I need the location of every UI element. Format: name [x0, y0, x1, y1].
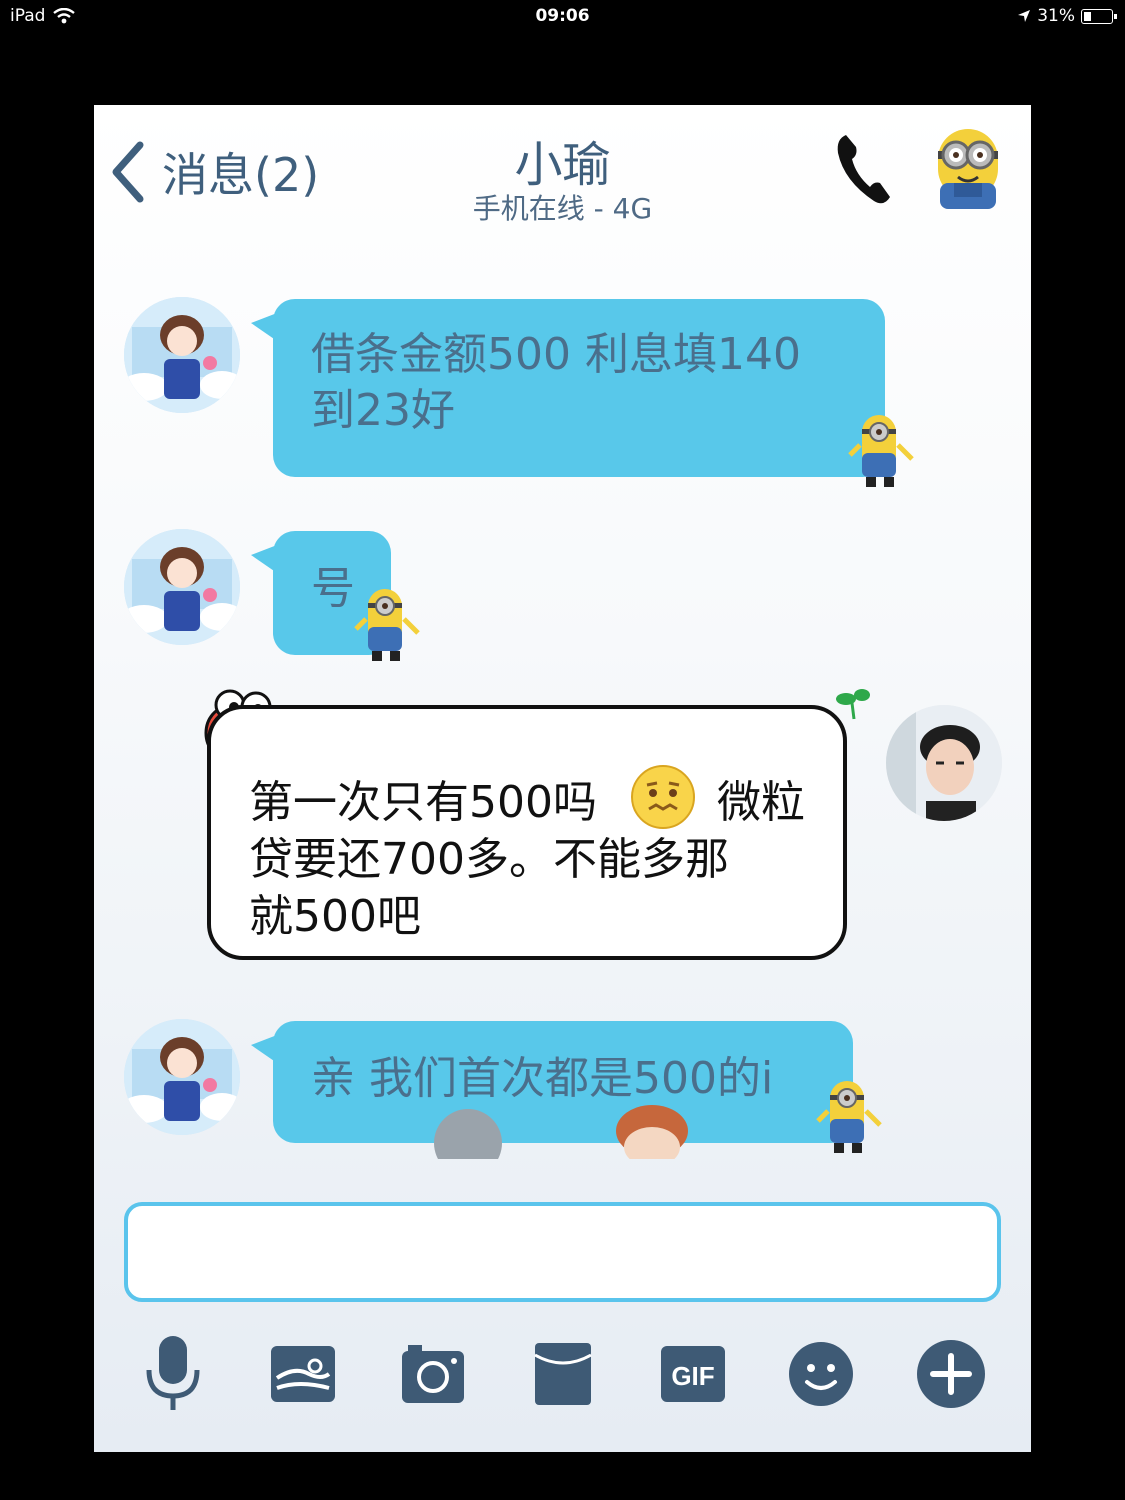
- microphone-icon: [146, 1336, 200, 1410]
- message-text: 号: [311, 563, 355, 614]
- camera-button[interactable]: [396, 1337, 470, 1411]
- message-text: 到23好: [311, 385, 455, 436]
- gif-label: GIF: [671, 1361, 714, 1391]
- emoji-button[interactable]: [784, 1337, 858, 1411]
- gif-icon: GIF: [661, 1346, 725, 1402]
- camera-icon: [402, 1345, 464, 1403]
- typing-head-icon: [434, 1109, 502, 1159]
- minion-sticker-icon: [354, 589, 420, 661]
- battery-icon: [1081, 8, 1117, 24]
- message-bubble[interactable]: 亲 我们首次都是500的i: [251, 1021, 853, 1143]
- message-text: 贷要还700多。不能多那: [249, 834, 729, 885]
- girl-avatar-icon: [124, 529, 240, 645]
- self-message-bubble[interactable]: 第一次只有500吗 微粒 贷要还700多。不能多那 就500吧: [207, 705, 847, 960]
- user-photo-icon: [886, 705, 1002, 821]
- sender-avatar[interactable]: [124, 1019, 240, 1135]
- input-toolbar: GIF: [94, 1336, 1031, 1427]
- minion-sticker-icon: [848, 415, 914, 487]
- voice-button[interactable]: [136, 1336, 210, 1411]
- message-input[interactable]: [124, 1202, 1001, 1302]
- photo-button[interactable]: [266, 1337, 340, 1411]
- worried-emoji-icon: [630, 765, 695, 829]
- girl-avatar-icon: [124, 297, 240, 413]
- girl-avatar-icon: [124, 1019, 240, 1135]
- red-packet-button[interactable]: [526, 1337, 600, 1411]
- message-text: 就500吧: [249, 891, 421, 942]
- message-text: 第一次只有500吗: [249, 777, 597, 828]
- typing-head-icon: [616, 1105, 688, 1159]
- message-bubble[interactable]: 借条金额500 利息填140 到23好: [251, 299, 885, 477]
- chat-header: 消息(2) 小瑜 手机在线 - 4G: [94, 105, 1031, 233]
- phone-call-icon[interactable]: [834, 131, 894, 207]
- status-bar: iPad 09:06 31%: [0, 0, 1125, 32]
- chat-screen: 消息(2) 小瑜 手机在线 - 4G 借条金额500 利息填140 到23好 号…: [94, 105, 1031, 1452]
- plus-icon: [917, 1340, 985, 1408]
- sender-avatar[interactable]: [124, 529, 240, 645]
- photo-icon: [271, 1346, 335, 1402]
- self-avatar[interactable]: [886, 705, 1002, 821]
- leaf-sprout-icon: [836, 689, 870, 720]
- battery-percent: 31%: [1037, 6, 1075, 26]
- red-packet-icon: [534, 1343, 592, 1405]
- battery-fill: [1084, 11, 1091, 21]
- message-text: 微粒: [716, 777, 805, 828]
- emoji-icon: [789, 1342, 853, 1406]
- location-icon: [1018, 10, 1031, 22]
- gif-button[interactable]: GIF: [656, 1337, 730, 1411]
- more-button[interactable]: [914, 1337, 988, 1411]
- message-text: 借条金额500 利息填140: [311, 329, 801, 380]
- clock: 09:06: [535, 6, 590, 26]
- contact-avatar-minion[interactable]: [930, 123, 1006, 217]
- message-text: 亲 我们首次都是500的i: [311, 1053, 774, 1104]
- minion-sticker-icon: [816, 1081, 882, 1153]
- sender-avatar[interactable]: [124, 297, 240, 413]
